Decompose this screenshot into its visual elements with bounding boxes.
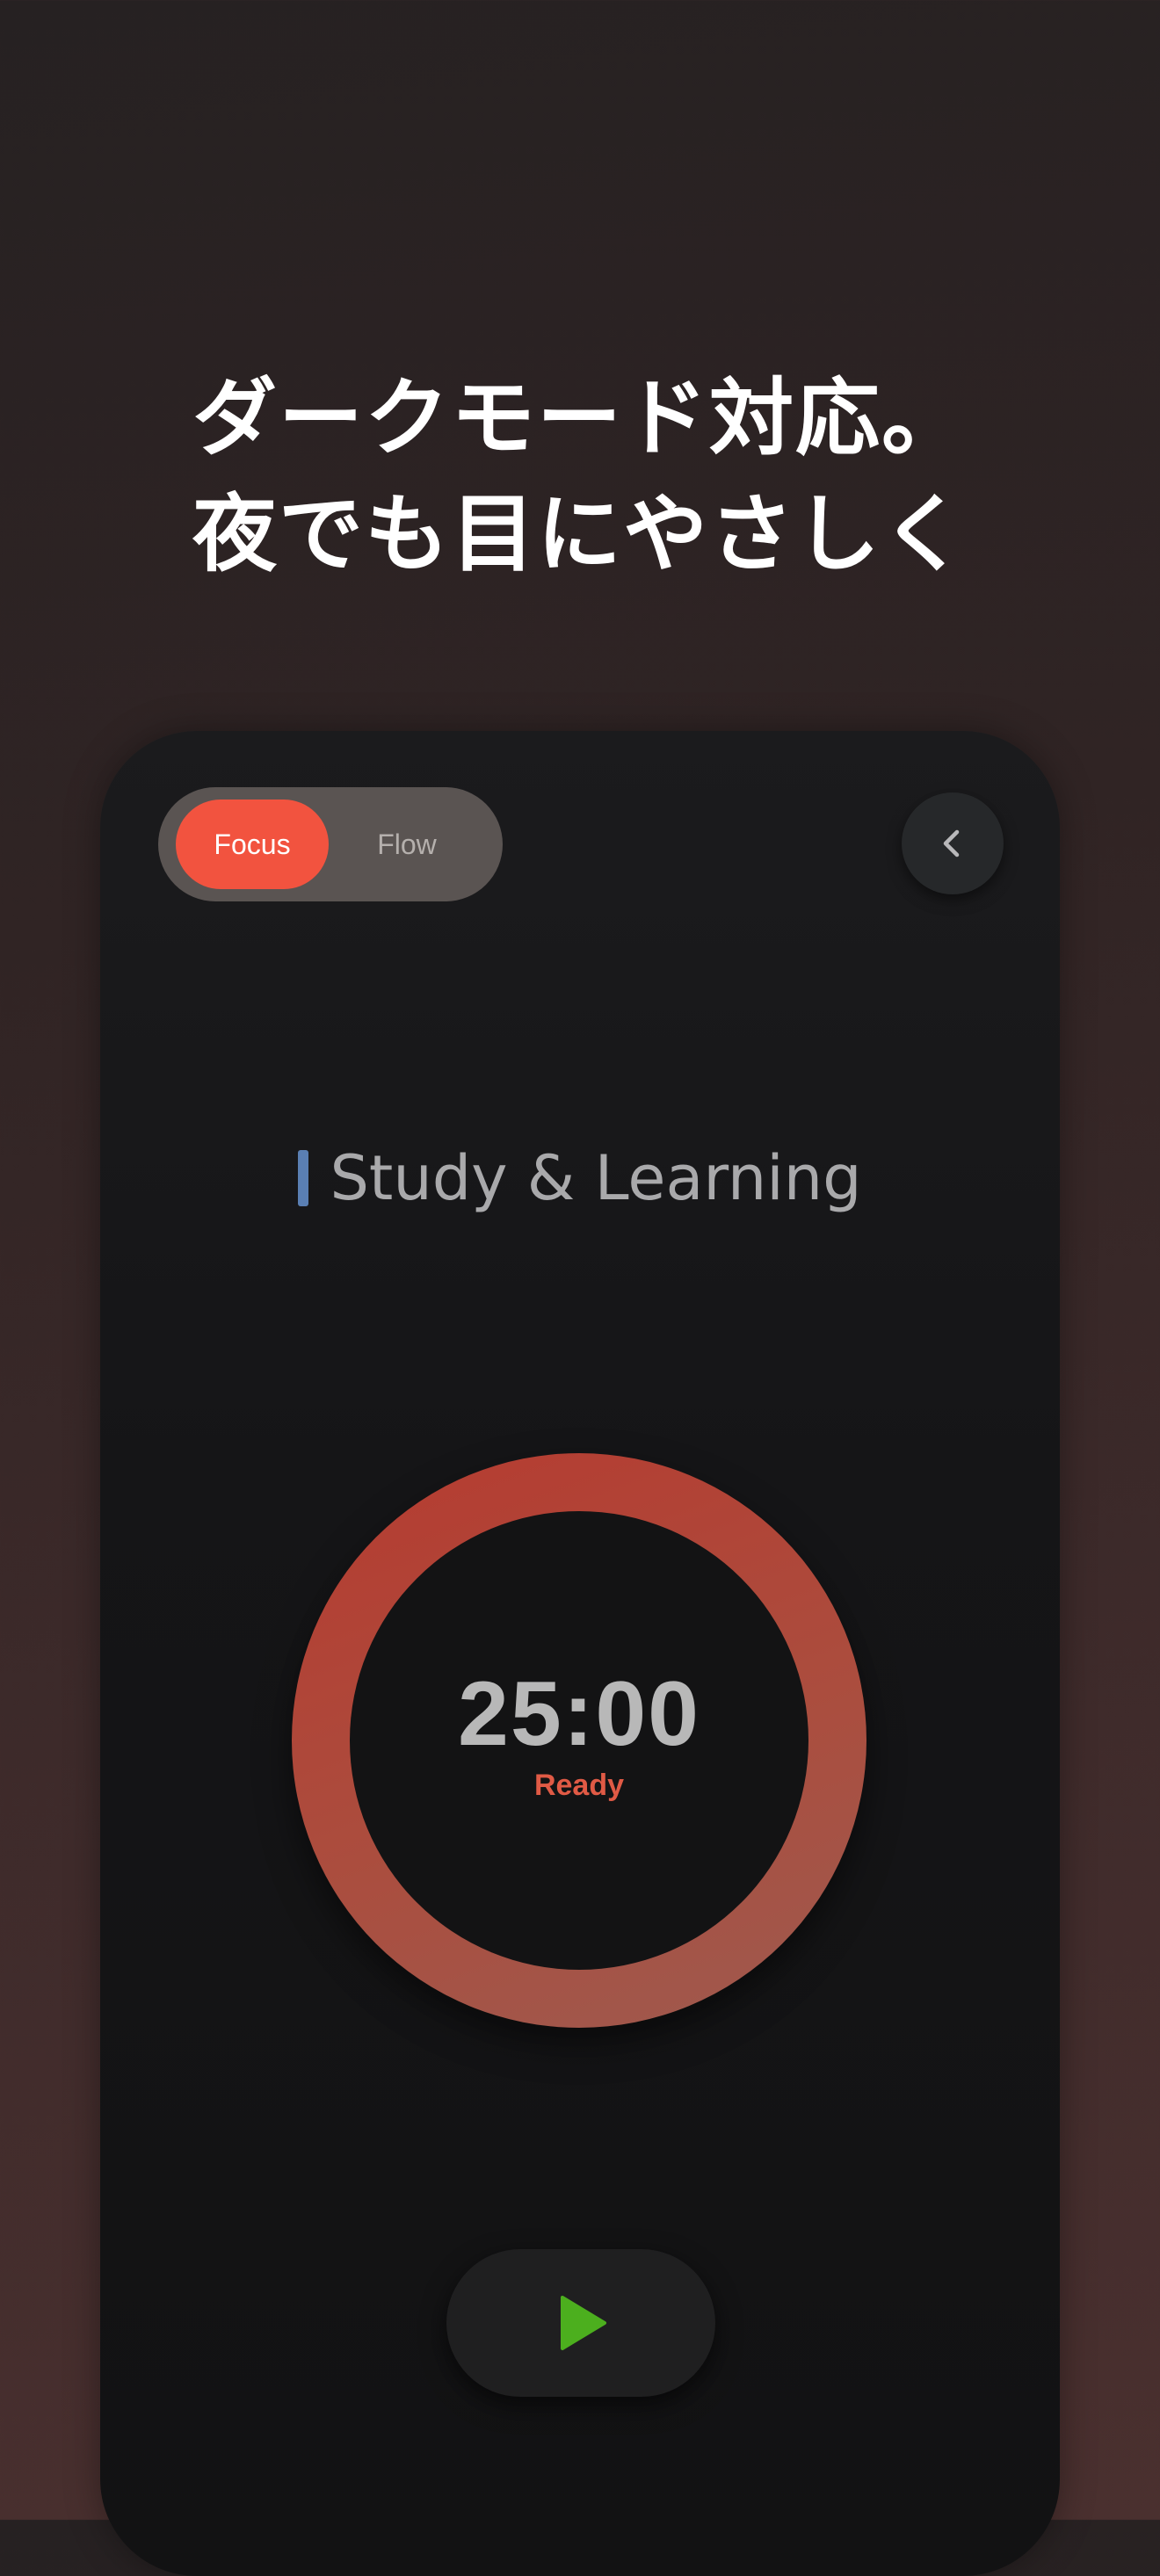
category-title: Study & Learning [100,1142,1060,1214]
promo-headline: ダークモード対応。 夜でも目にやさしく [0,360,1160,592]
category-color-bar [298,1150,309,1206]
mode-focus-button[interactable]: Focus [176,800,329,889]
play-icon [561,2296,606,2350]
category-label: Study & Learning [330,1142,862,1214]
phone-screen: Focus Flow Study & Learning 25:00 Ready [100,731,1060,2576]
timer-status: Ready [533,1769,625,1802]
mode-flow-button[interactable]: Flow [329,800,485,889]
promo-headline-line1: ダークモード対応。 [192,369,968,467]
promo-headline-line2: 夜でも目にやさしく [192,485,968,583]
play-button[interactable] [446,2249,715,2397]
mode-toggle: Focus Flow [158,787,503,901]
chevron-left-icon [943,829,960,857]
timer-time: 25:00 [458,1663,700,1765]
timer-ring: 25:00 Ready [292,1453,866,2028]
timer-face: 25:00 Ready [350,1511,808,1970]
back-button[interactable] [902,792,1004,894]
